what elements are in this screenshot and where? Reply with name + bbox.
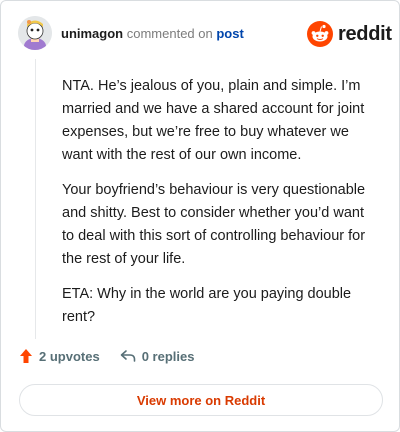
reply-icon <box>120 350 135 362</box>
commented-on-text: commented on <box>126 26 213 41</box>
reddit-snoo-icon <box>307 21 333 47</box>
reply-count: 0 replies <box>141 348 195 364</box>
upvote-button[interactable]: 2 upvotes <box>19 348 100 364</box>
comment-paragraph: Your boyfriend’s behaviour is very quest… <box>62 182 366 267</box>
avatar-icon <box>18 16 52 50</box>
comment-body: NTA. He’s jealous of you, plain and simp… <box>62 75 380 341</box>
view-more-button[interactable]: View more on Reddit <box>19 384 383 416</box>
user-avatar[interactable] <box>18 16 52 50</box>
username[interactable]: unimagon <box>61 26 123 41</box>
thread-line <box>35 59 36 339</box>
post-link[interactable]: post <box>216 26 243 41</box>
upvote-arrow-icon <box>20 349 32 363</box>
reddit-logo[interactable]: reddit <box>307 21 392 47</box>
comment-actions: 2 upvotes 0 replies <box>19 348 214 364</box>
comment-paragraph: ETA: Why in the world are you paying dou… <box>62 286 352 325</box>
replies-button[interactable]: 0 replies <box>120 348 195 364</box>
upvote-count: 2 upvotes <box>39 348 100 364</box>
reddit-comment-card: unimagon commented on post reddit NTA. H… <box>0 0 400 432</box>
comment-header: unimagon commented on post <box>61 26 244 42</box>
reddit-wordmark: reddit <box>338 22 392 45</box>
comment-paragraph: NTA. He’s jealous of you, plain and simp… <box>62 78 365 163</box>
